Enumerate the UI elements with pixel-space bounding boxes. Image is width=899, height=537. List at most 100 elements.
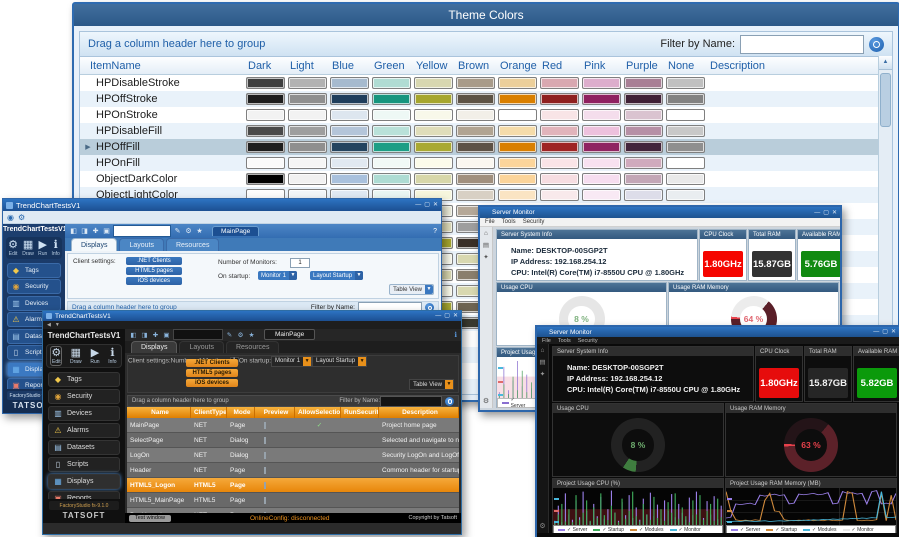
column-header-preview[interactable]: Preview [255, 407, 295, 418]
color-swatch-blue[interactable] [330, 109, 369, 121]
theme-row[interactable]: HPOnFill [80, 155, 892, 171]
menu-file[interactable]: File [542, 338, 551, 344]
column-header-mode[interactable]: Mode [227, 407, 255, 418]
window-controls[interactable]: —▢✕ [873, 328, 896, 336]
sidebar-item-tags[interactable]: ◆Tags [48, 372, 120, 387]
legend-item[interactable]: ✓ Server [558, 527, 587, 533]
maximize-icon[interactable]: ▢ [444, 312, 450, 320]
dropdown-icon[interactable]: ▼ [55, 322, 60, 328]
sidebar-item-scripts[interactable]: ▯Scripts [48, 457, 120, 472]
color-swatch-yellow[interactable] [414, 109, 453, 121]
column-header-dark[interactable]: Dark [246, 60, 288, 72]
display-row-logon[interactable]: LogOnNETDialogSecurity LogOn and LogOff [127, 448, 459, 463]
column-header-itemname[interactable]: ItemName [80, 60, 246, 72]
client-button--net-clients[interactable]: .NET Clients [186, 359, 238, 367]
theme-row[interactable]: HPDisableStroke [80, 75, 892, 91]
client-button--net-clients[interactable]: .NET Clients [126, 257, 182, 265]
color-swatch-orange[interactable] [498, 141, 537, 153]
display-row-selectpage[interactable]: SelectPageNETDialogSelected and navigate… [127, 433, 459, 448]
open-page-tab[interactable]: MainPage [264, 329, 315, 340]
color-swatch-orange[interactable] [498, 125, 537, 137]
column-header-purple[interactable]: Purple [624, 60, 666, 72]
tab-layouts[interactable]: Layouts [119, 238, 164, 251]
color-swatch-pink[interactable] [582, 125, 621, 137]
color-swatch-light[interactable] [288, 93, 327, 105]
client-button-html5-pages[interactable]: HTML5 pages [186, 369, 238, 377]
color-swatch-brown[interactable] [456, 173, 495, 185]
color-swatch-blue[interactable] [330, 141, 369, 153]
monitors-value-input[interactable]: 1 [290, 258, 310, 268]
window-controls[interactable]: —▢✕ [415, 201, 438, 209]
color-swatch-pink[interactable] [582, 141, 621, 153]
legend-item[interactable]: ✓ Monitor [670, 527, 701, 533]
theme-row[interactable]: ▶HPOffFill [80, 139, 892, 155]
settings-gear-icon[interactable]: ⚙ [539, 522, 545, 530]
legend-item[interactable]: ✓ Modules [630, 527, 663, 533]
color-swatch-brown[interactable] [456, 109, 495, 121]
tab-displays[interactable]: Displays [131, 341, 177, 353]
legend-item[interactable]: ✓ Server [731, 527, 760, 533]
legend-item[interactable]: ✓ Startup [766, 527, 797, 533]
display-row-html5_mainpage[interactable]: HTML5_MainPageHTML5Page [127, 493, 459, 508]
column-header-description[interactable]: Description [379, 407, 459, 418]
color-swatch-light[interactable] [288, 141, 327, 153]
minimize-icon[interactable]: — [814, 209, 820, 217]
theme-row[interactable]: ObjectDarkColor [80, 171, 892, 187]
run-mode-button[interactable]: ▶Run [90, 347, 99, 365]
tools-icon[interactable]: ✦ [540, 370, 545, 378]
color-swatch-none[interactable] [666, 93, 705, 105]
color-swatch-orange[interactable] [498, 173, 537, 185]
theme-row[interactable]: HPOnStroke [80, 107, 892, 123]
column-header-red[interactable]: Red [540, 60, 582, 72]
color-swatch-light[interactable] [288, 125, 327, 137]
minimize-icon[interactable]: — [873, 328, 879, 336]
toolbar-icon-0[interactable]: ◧ [129, 331, 138, 339]
help-icon[interactable]: ? [433, 228, 437, 235]
toolbar-icon-3[interactable]: ▣ [162, 331, 171, 339]
toolbar-tool-icon-1[interactable]: ⚙ [184, 227, 193, 235]
datasets-icon[interactable]: ▤ [483, 241, 489, 249]
color-swatch-none[interactable] [666, 77, 705, 89]
toolbar-search-input[interactable] [113, 225, 171, 237]
sidebar-item-datasets[interactable]: ▤Datasets [48, 440, 120, 455]
color-swatch-purple[interactable] [624, 141, 663, 153]
color-swatch-green[interactable] [372, 157, 411, 169]
color-swatch-orange[interactable] [498, 157, 537, 169]
color-swatch-dark[interactable] [246, 125, 285, 137]
close-icon[interactable]: ✕ [891, 328, 896, 336]
color-swatch-yellow[interactable] [414, 93, 453, 105]
color-swatch-brown[interactable] [456, 77, 495, 89]
filter-input[interactable] [380, 396, 442, 407]
run-mode-button[interactable]: ▶Run [38, 239, 47, 257]
color-swatch-purple[interactable] [624, 93, 663, 105]
color-swatch-green[interactable] [372, 125, 411, 137]
color-swatch-purple[interactable] [624, 77, 663, 89]
column-header-blue[interactable]: Blue [330, 60, 372, 72]
sidebar-item-security[interactable]: ◉Security [48, 389, 120, 404]
maximize-icon[interactable]: ▢ [882, 328, 888, 336]
color-swatch-green[interactable] [372, 141, 411, 153]
color-swatch-red[interactable] [540, 189, 579, 201]
color-swatch-dark[interactable] [246, 173, 285, 185]
toolbar-tool-icon-2[interactable]: ★ [195, 227, 204, 235]
column-header-none[interactable]: None [666, 60, 708, 72]
theme-title-bar[interactable]: Theme Colors [74, 4, 898, 26]
color-swatch-red[interactable] [540, 109, 579, 121]
color-swatch-red[interactable] [540, 173, 579, 185]
color-swatch-pink[interactable] [582, 189, 621, 201]
sidebar-item-alarms[interactable]: ⚠Alarms [48, 423, 120, 438]
color-swatch-light[interactable] [288, 173, 327, 185]
color-swatch-orange[interactable] [498, 93, 537, 105]
color-swatch-blue[interactable] [330, 77, 369, 89]
client-button-html5-pages[interactable]: HTML5 pages [126, 267, 182, 275]
filter-input[interactable] [740, 35, 864, 54]
tools-icon[interactable]: ✦ [483, 253, 488, 261]
color-swatch-yellow[interactable] [414, 77, 453, 89]
home-icon[interactable]: ⌂ [541, 347, 545, 354]
client-button-ios-devices[interactable]: iOS devices [126, 277, 182, 285]
maximize-icon[interactable]: ▢ [424, 201, 430, 209]
color-swatch-none[interactable] [666, 189, 705, 201]
settings-icon[interactable]: ⚙ [18, 213, 25, 222]
column-header-brown[interactable]: Brown [456, 60, 498, 72]
info-mode-button[interactable]: ℹInfo [52, 239, 60, 257]
